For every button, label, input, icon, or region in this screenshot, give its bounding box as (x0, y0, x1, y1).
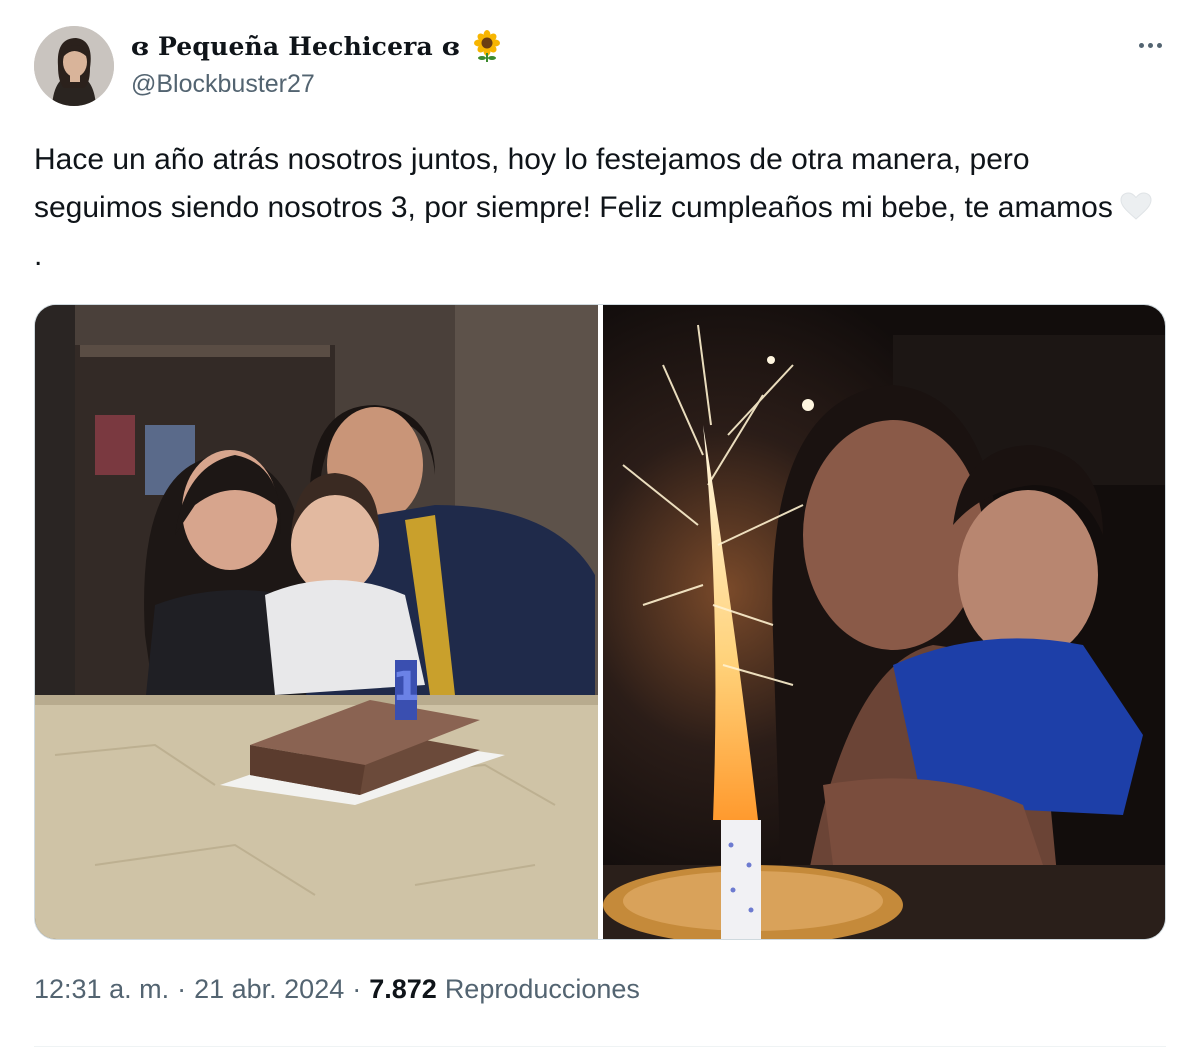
cake-candle-number: 1 (392, 664, 420, 710)
avatar[interactable] (34, 26, 114, 106)
more-dot-icon (1147, 42, 1153, 48)
sparkler-photo-image (603, 305, 1165, 939)
white-heart-icon (1120, 192, 1152, 220)
more-dot-icon (1156, 42, 1162, 48)
tweet-card: ɞ Pequeña Hechicera ɞ @Blockbuster27 Hac… (0, 0, 1200, 1056)
sunflower-icon (473, 30, 500, 62)
tweet-text-end: . (34, 239, 43, 272)
more-dot-icon (1138, 42, 1144, 48)
views-label: Reproducciones (444, 974, 640, 1004)
photo-sparkler-cake[interactable] (603, 305, 1165, 939)
views-count: 7.872 (369, 974, 437, 1004)
divider (34, 1046, 1166, 1047)
family-photo-image: 1 (35, 305, 598, 939)
meta-separator: · (177, 974, 187, 1004)
tweet-media-grid: 1 (34, 304, 1166, 940)
tweet-date[interactable]: 21 abr. 2024 (194, 974, 344, 1005)
tweet-meta: 12:31 a. m. · 21 abr. 2024 · 7.872 Repro… (34, 974, 640, 1005)
tweet-time[interactable]: 12:31 a. m. (34, 974, 169, 1005)
avatar-image (34, 26, 114, 106)
meta-separator: · (352, 974, 362, 1004)
tweet-text: Hace un año atrás nosotros juntos, hoy l… (34, 136, 1154, 280)
tweet-body: Hace un año atrás nosotros juntos, hoy l… (34, 143, 1113, 224)
author-handle[interactable]: @Blockbuster27 (131, 70, 315, 99)
photo-family-cake[interactable]: 1 (35, 305, 598, 939)
author-display-name[interactable]: ɞ Pequeña Hechicera ɞ (131, 32, 460, 61)
author-name-row[interactable]: ɞ Pequeña Hechicera ɞ (131, 28, 504, 64)
more-options-button[interactable] (1130, 30, 1170, 60)
